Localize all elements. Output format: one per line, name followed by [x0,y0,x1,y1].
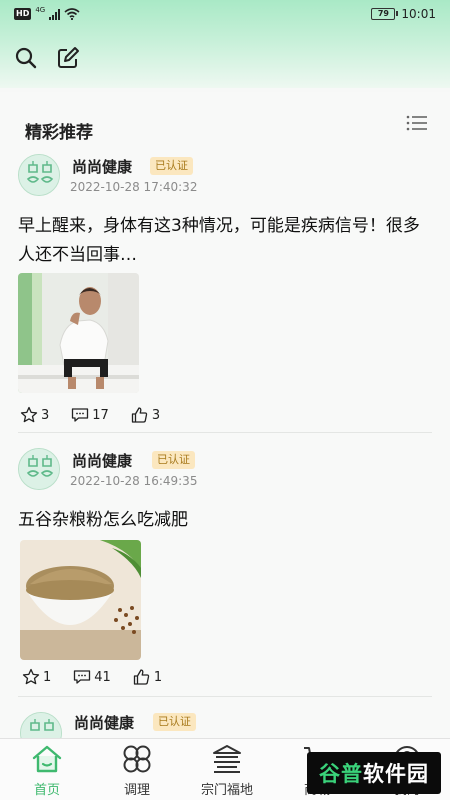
author-name[interactable]: 尚尚健康 [72,450,132,471]
post-title[interactable]: 五谷杂粮粉怎么吃减肥 [18,506,428,535]
like-count: 3 [151,407,161,423]
home-icon [32,745,62,773]
section-header: 精彩推荐 [0,92,450,148]
section-title: 精彩推荐 [25,123,93,143]
watermark-brand: 谷普 [319,762,363,786]
watermark-suffix: 软件园 [363,762,429,786]
brand-logo-icon [21,713,61,738]
divider [18,432,432,433]
brand-logo-icon [19,155,59,195]
like-count: 1 [153,669,163,685]
verified-badge: 已认证 [150,157,193,175]
feed-content[interactable]: 精彩推荐 尚尚健康 已认证 2022-10-28 17:40:32 早上醒来，身… [0,92,450,738]
comment-icon [72,408,89,422]
divider [18,696,432,697]
post-actions: 1 41 1 [22,668,184,686]
post-image[interactable] [18,273,139,393]
avatar[interactable] [20,712,62,738]
status-time: 10:01 [401,7,436,21]
comment-count: 41 [94,669,111,685]
author-name[interactable]: 尚尚健康 [72,156,132,177]
wifi-icon [64,8,80,20]
post-time: 2022-10-28 17:40:32 [70,180,198,194]
post-card[interactable]: 尚尚健康 已认证 [0,706,450,738]
favorite-button[interactable]: 1 [22,668,51,686]
author-name[interactable]: 尚尚健康 [74,712,134,733]
tab-tiaoli[interactable]: 调理 [92,739,182,800]
favorite-button[interactable]: 3 [20,406,49,424]
avatar[interactable] [18,154,60,196]
edit-icon[interactable] [56,46,80,70]
man-sitting-on-bed-photo [18,273,139,393]
post-image[interactable] [20,540,141,660]
search-icon[interactable] [14,46,38,70]
comment-button[interactable]: 41 [73,668,111,686]
thumbs-up-icon [131,407,148,423]
battery-level: 79 [377,9,389,18]
battery-icon: 79 [371,8,399,20]
star-icon [20,406,38,423]
like-button[interactable]: 1 [133,668,162,686]
post-title[interactable]: 早上醒来，身体有这3种情况，可能是疾病信号！很多人还不当回事… [18,212,428,270]
tab-label: 调理 [123,783,150,798]
network-type: 4G [35,6,46,14]
like-button[interactable]: 3 [131,406,160,424]
tab-home[interactable]: 首页 [2,739,92,800]
comment-count: 17 [92,407,109,423]
comment-icon [74,670,91,684]
verified-badge: 已认证 [152,451,195,469]
favorite-count: 1 [43,669,52,685]
tab-label: 首页 [33,783,60,798]
star-icon [22,668,40,685]
brand-logo-icon [19,449,59,489]
clover-icon [123,745,151,773]
tab-label: 宗门福地 [200,783,253,798]
avatar[interactable] [18,448,60,490]
grain-powder-bowl-photo [20,540,141,660]
verified-badge: 已认证 [153,713,196,731]
hd-indicator: HD [14,8,32,20]
list-icon[interactable] [406,114,428,132]
comment-button[interactable]: 17 [71,406,109,424]
temple-icon [213,745,241,773]
status-bar: HD 4G 79 10:01 [0,0,450,32]
watermark-logo: 谷普 软件园 [307,752,441,794]
thumbs-up-icon [133,669,150,685]
post-card[interactable]: 尚尚健康 已认证 2022-10-28 17:40:32 早上醒来，身体有这3种… [0,148,450,438]
tab-zongmen[interactable]: 宗门福地 [182,739,272,800]
favorite-count: 3 [41,407,50,423]
post-actions: 3 17 3 [20,406,182,424]
top-header: HD 4G 79 10:01 [0,0,450,88]
signal-icon [49,8,61,20]
post-card[interactable]: 尚尚健康 已认证 2022-10-28 16:49:35 五谷杂粮粉怎么吃减肥 [0,442,450,702]
post-time: 2022-10-28 16:49:35 [70,474,198,488]
